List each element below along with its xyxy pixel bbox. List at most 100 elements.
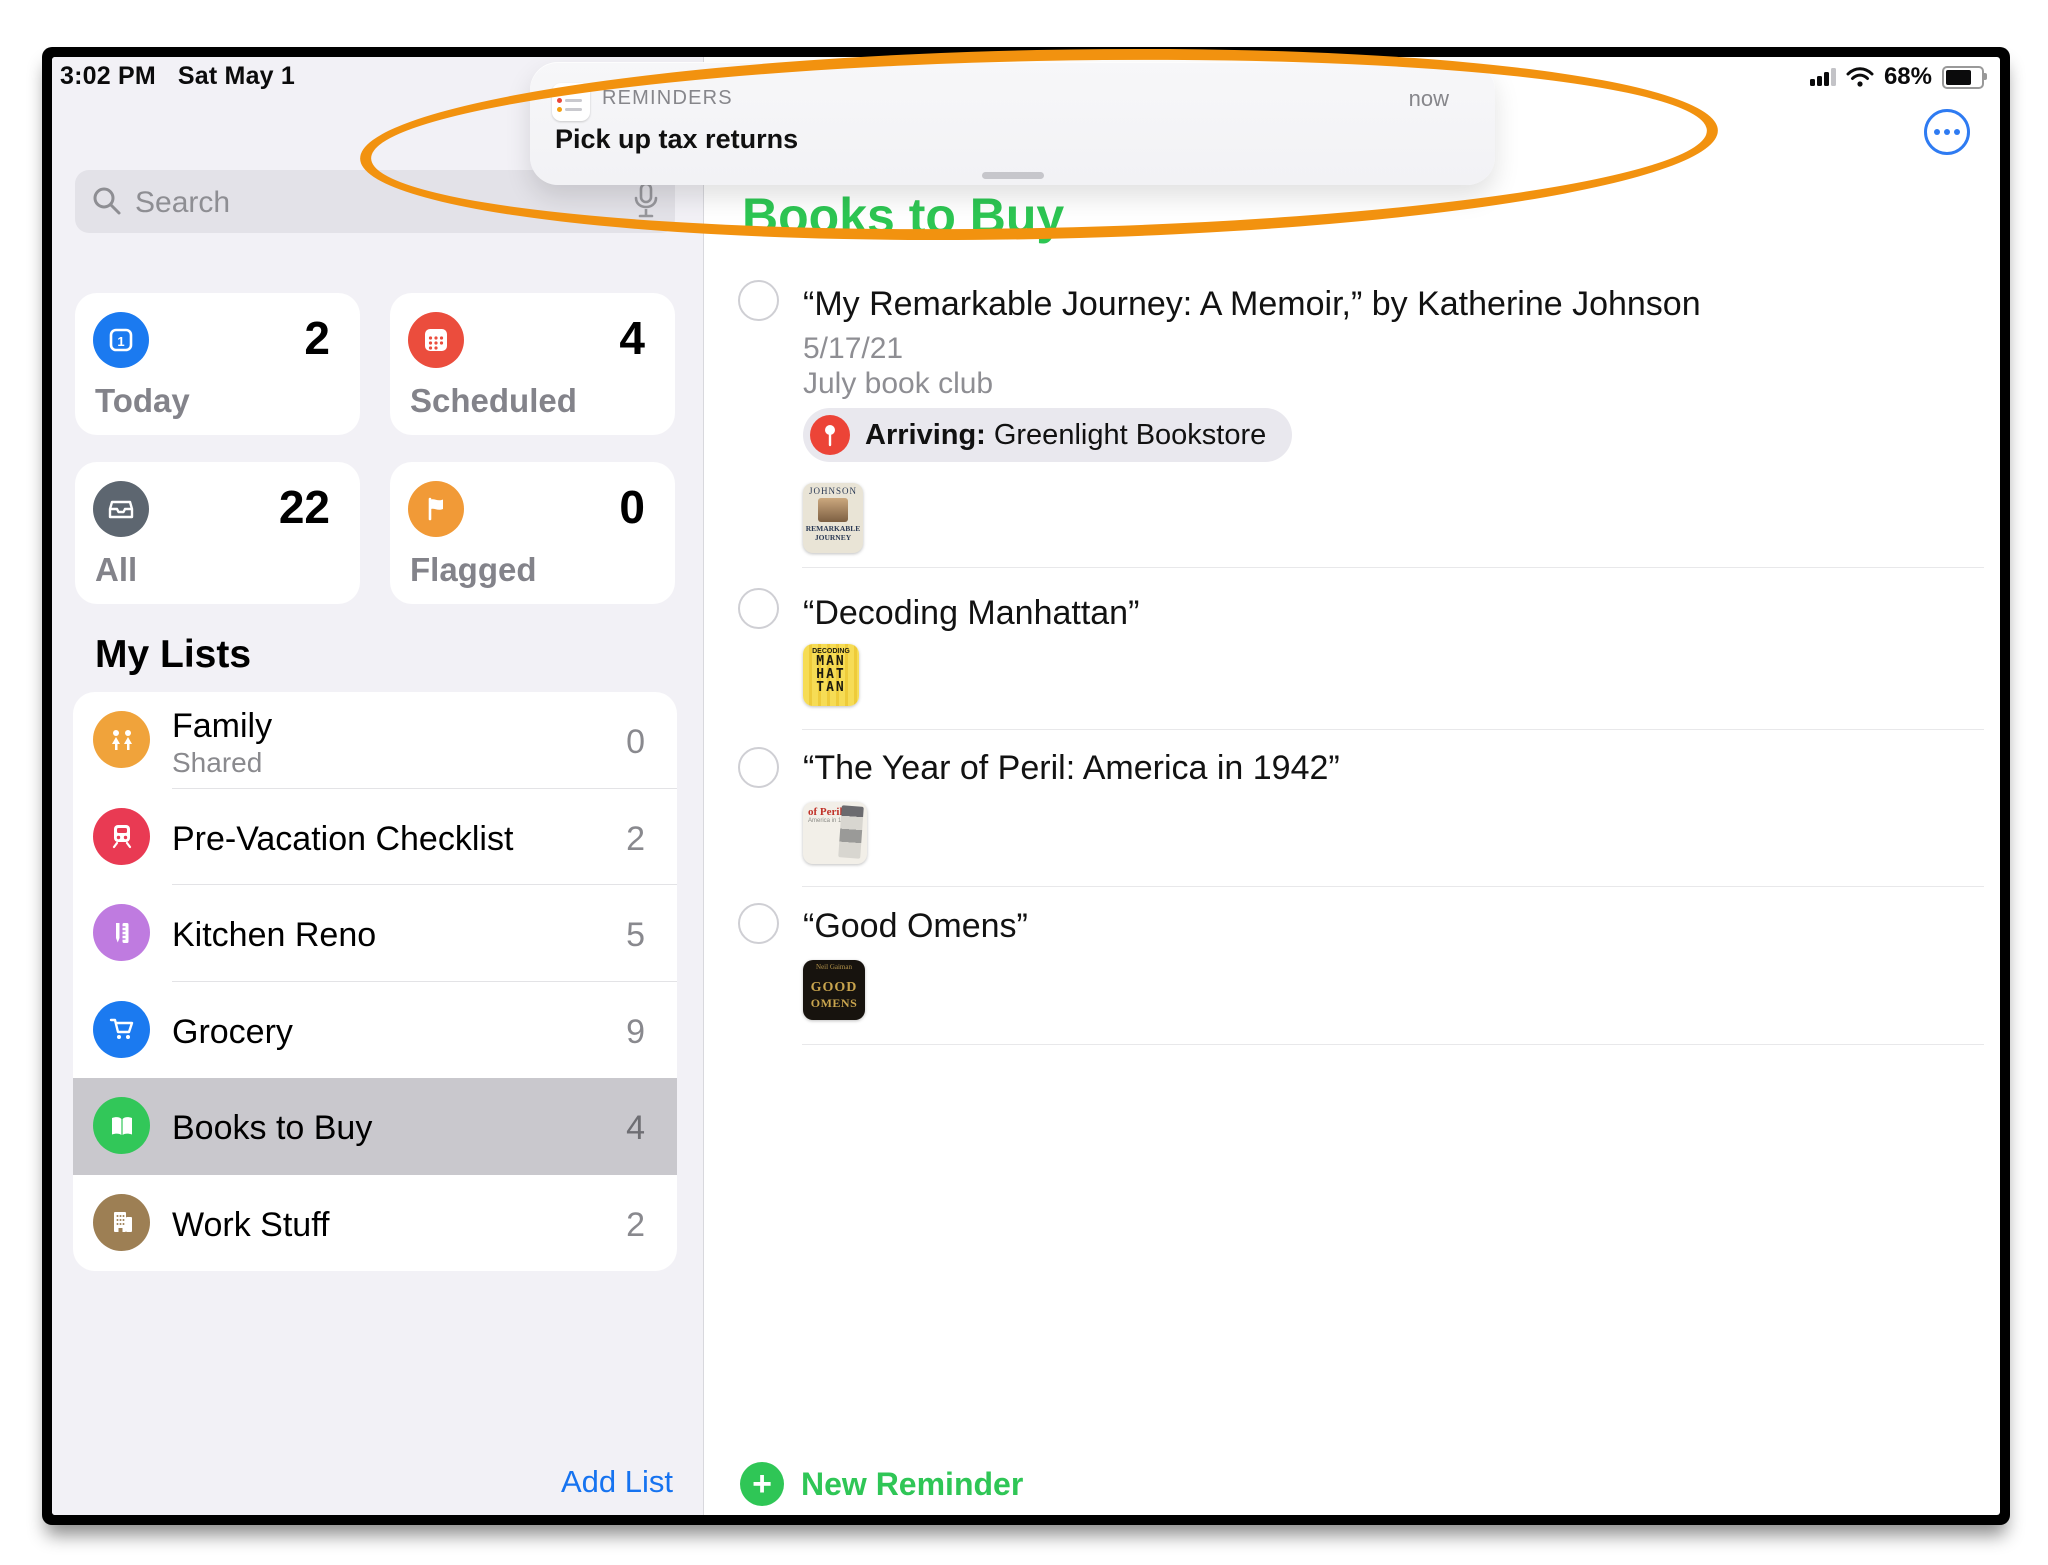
ellipsis-circle-icon[interactable]: [1924, 109, 1970, 155]
flagged-label: Flagged: [410, 551, 537, 589]
list-name: Family: [172, 707, 272, 746]
reminder-title: “Decoding Manhattan”: [803, 594, 1139, 633]
cover-text: OMENS: [803, 996, 865, 1011]
reminders-app-icon: [552, 83, 590, 121]
sidebar-item-grocery[interactable]: Grocery 9: [73, 982, 677, 1079]
notification-title: Pick up tax returns: [555, 124, 798, 155]
cart-icon: [93, 1001, 150, 1058]
status-date: Sat May 1: [178, 62, 295, 90]
reminder-checkbox[interactable]: [738, 280, 779, 321]
sidebar-item-kitchen-reno[interactable]: Kitchen Reno 5: [73, 885, 677, 982]
notification-banner[interactable]: REMINDERS now Pick up tax returns: [530, 62, 1495, 185]
building-icon: [93, 1194, 150, 1251]
my-lists-header: My Lists: [95, 633, 251, 677]
book-cover-thumbnail[interactable]: of Peril America in 1942: [803, 802, 867, 864]
reminder-row[interactable]: “Decoding Manhattan” DECODING MAN HAT TA…: [738, 588, 1984, 730]
cover-text: Neil Gaiman: [803, 960, 865, 971]
smart-list-today[interactable]: 1 2 Today: [75, 293, 360, 435]
open-book-icon: [93, 1097, 150, 1154]
notification-drag-handle[interactable]: [982, 172, 1044, 179]
list-name: Kitchen Reno: [172, 916, 376, 955]
list-name: Work Stuff: [172, 1206, 329, 1245]
sidebar-item-books-to-buy[interactable]: Books to Buy 4: [73, 1078, 677, 1175]
all-count: 22: [279, 480, 330, 534]
scheduled-label: Scheduled: [410, 382, 577, 420]
location-pill[interactable]: Arriving:Greenlight Bookstore: [803, 408, 1292, 462]
flagged-count: 0: [619, 480, 645, 534]
list-count: 9: [626, 1013, 645, 1052]
list-count: 2: [626, 1206, 645, 1245]
status-bar-right: 68%: [1810, 63, 1984, 91]
new-reminder-button[interactable]: + New Reminder: [740, 1462, 1023, 1506]
list-name: Grocery: [172, 1013, 293, 1052]
list-count: 4: [626, 1109, 645, 1148]
screen: 3:02 PM Sat May 1 68% REMINDERS now Pick …: [52, 57, 2000, 1515]
wifi-icon: [1846, 67, 1874, 88]
status-time: 3:02 PM: [60, 62, 156, 90]
new-reminder-label: New Reminder: [801, 1466, 1023, 1503]
microphone-icon[interactable]: [633, 182, 659, 220]
reminder-row[interactable]: “My Remarkable Journey: A Memoir,” by Ka…: [738, 280, 1984, 568]
plus-icon: +: [740, 1462, 784, 1506]
smart-list-all[interactable]: 22 All: [75, 462, 360, 604]
cover-text: GOOD: [803, 980, 865, 996]
smart-list-scheduled[interactable]: 4 Scheduled: [390, 293, 675, 435]
cover-text: REMARKABLE: [803, 524, 863, 533]
location-value: Greenlight Bookstore: [994, 419, 1266, 451]
today-count: 2: [304, 311, 330, 365]
location-label: Arriving:: [865, 419, 986, 451]
reminder-row[interactable]: “Good Omens” Neil Gaiman GOOD OMENS: [738, 903, 1984, 1045]
cover-text: TAN: [803, 681, 859, 694]
sidebar-item-family[interactable]: Family Shared 0: [73, 692, 677, 789]
cover-text: JOURNEY: [803, 533, 863, 542]
reminder-title: “The Year of Peril: America in 1942”: [803, 749, 1340, 788]
book-cover-thumbnail[interactable]: JOHNSON REMARKABLE JOURNEY: [803, 483, 863, 553]
flag-icon: [408, 481, 464, 537]
list-count: 0: [626, 723, 645, 762]
notification-app-name: REMINDERS: [602, 87, 733, 110]
cover-portrait: [818, 498, 848, 522]
battery-icon: [1942, 66, 1984, 89]
smart-list-flagged[interactable]: 0 Flagged: [390, 462, 675, 604]
calendar-today-icon: 1: [93, 312, 149, 368]
today-label: Today: [95, 382, 190, 420]
cover-text: JOHNSON: [803, 483, 863, 496]
cellular-signal-icon: [1810, 68, 1836, 86]
ruler-pencil-icon: [93, 904, 150, 961]
calendar-grid-icon: [408, 312, 464, 368]
reminder-title: “Good Omens”: [803, 907, 1028, 946]
reminder-title: “My Remarkable Journey: A Memoir,” by Ka…: [803, 285, 1701, 324]
reminder-date: 5/17/21: [803, 332, 903, 366]
scheduled-count: 4: [619, 311, 645, 365]
search-icon: [91, 185, 123, 217]
reminder-note: July book club: [803, 367, 993, 401]
list-subtitle: Shared: [172, 747, 262, 779]
ipad-frame: 3:02 PM Sat May 1 68% REMINDERS now Pick …: [42, 47, 2010, 1525]
reminder-checkbox[interactable]: [738, 588, 779, 629]
list-count: 2: [626, 820, 645, 859]
page-title: Books to Buy: [742, 187, 1064, 245]
reminder-row[interactable]: “The Year of Peril: America in 1942” of …: [738, 747, 1984, 887]
family-icon: [93, 711, 150, 768]
status-bar-left: 3:02 PM Sat May 1: [60, 62, 295, 91]
reminder-checkbox[interactable]: [738, 903, 779, 944]
book-cover-thumbnail[interactable]: Neil Gaiman GOOD OMENS: [803, 960, 865, 1020]
my-lists-group: Family Shared 0 Pre-Vacation Checklist 2…: [73, 692, 677, 1271]
list-count: 5: [626, 916, 645, 955]
list-name: Pre-Vacation Checklist: [172, 820, 513, 859]
location-text: Arriving:Greenlight Bookstore: [865, 419, 1266, 452]
train-icon: [93, 808, 150, 865]
list-name: Books to Buy: [172, 1109, 372, 1148]
battery-percent: 68%: [1884, 63, 1932, 91]
inbox-tray-icon: [93, 481, 149, 537]
all-label: All: [95, 551, 137, 589]
sidebar-item-work-stuff[interactable]: Work Stuff 2: [73, 1175, 677, 1272]
sidebar-item-pre-vacation-checklist[interactable]: Pre-Vacation Checklist 2: [73, 789, 677, 886]
cover-flag-art: [838, 805, 864, 858]
book-cover-thumbnail[interactable]: DECODING MAN HAT TAN: [803, 644, 859, 706]
reminder-checkbox[interactable]: [738, 747, 779, 788]
add-list-button[interactable]: Add List: [561, 1464, 673, 1500]
svg-text:1: 1: [117, 334, 124, 349]
notification-time: now: [1409, 86, 1449, 112]
map-pin-icon: [810, 415, 850, 455]
